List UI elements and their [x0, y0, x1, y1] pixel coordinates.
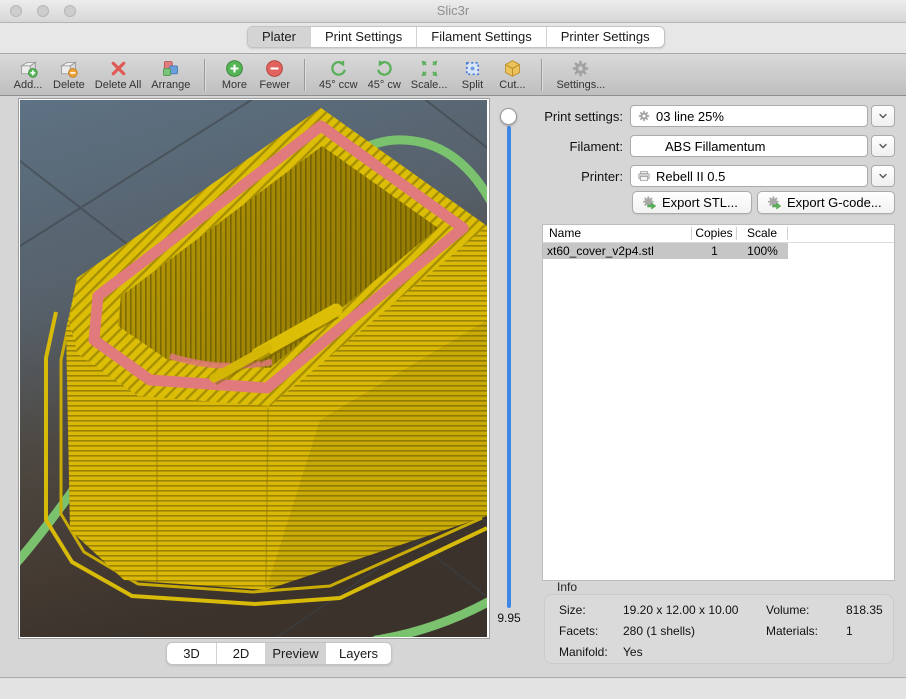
size-label: Size: [559, 603, 586, 617]
filament-label: Filament: [535, 139, 623, 154]
facets-value: 280 (1 shells) [623, 624, 695, 638]
delete-all-icon [108, 58, 129, 79]
3d-preview-canvas[interactable] [20, 100, 487, 637]
add-icon [18, 58, 39, 79]
cut-button[interactable]: Cut... [497, 58, 527, 91]
manifold-value: Yes [623, 645, 643, 659]
cut-icon [502, 58, 523, 79]
filament-value: ABS Fillamentum [665, 139, 765, 154]
print-settings-label: Print settings: [535, 109, 623, 124]
print-settings-dropdown-button[interactable] [871, 105, 895, 127]
layer-slider-value: 9.95 [486, 611, 532, 625]
materials-value: 1 [846, 624, 853, 638]
gear-icon [637, 109, 651, 123]
delete-all-button[interactable]: Delete All [95, 58, 141, 91]
arrange-icon [160, 58, 181, 79]
rotate-ccw-button[interactable]: 45° ccw [319, 58, 358, 91]
filament-dropdown-button[interactable] [871, 135, 895, 157]
fewer-icon [264, 58, 285, 79]
fewer-button[interactable]: Fewer [259, 58, 290, 91]
delete-icon [58, 58, 79, 79]
toolbar-separator [304, 59, 305, 91]
tab-print-settings[interactable]: Print Settings [311, 27, 417, 47]
volume-label: Volume: [766, 603, 809, 617]
export-gcode-button[interactable]: Export G-code... [757, 191, 895, 214]
view-mode-tabs: 3D 2D Preview Layers [166, 642, 392, 665]
chevron-down-icon [877, 140, 889, 152]
chevron-down-icon [877, 170, 889, 182]
status-bar [0, 678, 906, 699]
layer-slider-knob[interactable] [500, 108, 517, 125]
export-stl-icon [641, 195, 657, 211]
tab-printer-settings[interactable]: Printer Settings [547, 27, 664, 47]
toolbar-separator [204, 59, 205, 91]
view-tab-preview[interactable]: Preview [266, 643, 326, 664]
scale-button[interactable]: Scale... [411, 58, 448, 91]
more-button[interactable]: More [219, 58, 249, 91]
column-header-scale[interactable]: Scale [737, 227, 788, 240]
info-panel-title: Info [557, 580, 577, 594]
column-header-name[interactable]: Name [543, 227, 692, 240]
split-button[interactable]: Split [457, 58, 487, 91]
layer-slider-track[interactable] [507, 126, 511, 608]
arrange-button[interactable]: Arrange [151, 58, 190, 91]
table-header: Name Copies Scale [543, 225, 894, 243]
rotate-cw-icon [374, 58, 395, 79]
window-title: Slic3r [0, 0, 906, 22]
scale-icon [419, 58, 440, 79]
size-value: 19.20 x 12.00 x 10.00 [623, 603, 738, 617]
materials-label: Materials: [766, 624, 818, 638]
volume-value: 818.35 [846, 603, 883, 617]
printer-icon [637, 169, 651, 183]
delete-button[interactable]: Delete [53, 58, 85, 91]
printer-combo[interactable]: Rebell II 0.5 [630, 165, 868, 187]
column-header-copies[interactable]: Copies [692, 227, 737, 240]
printer-label: Printer: [535, 169, 623, 184]
export-stl-button[interactable]: Export STL... [632, 191, 752, 214]
title-bar: Slic3r [0, 0, 906, 23]
view-tab-2d[interactable]: 2D [217, 643, 266, 664]
split-icon [462, 58, 483, 79]
plater-toolbar: Add... Delete Delete All Arrange [0, 53, 906, 96]
export-gcode-icon [766, 195, 782, 211]
printer-dropdown-button[interactable] [871, 165, 895, 187]
tab-filament-settings[interactable]: Filament Settings [417, 27, 546, 47]
manifold-label: Manifold: [559, 645, 608, 659]
settings-gear-icon [570, 58, 591, 79]
add-button[interactable]: Add... [13, 58, 43, 91]
view-tab-layers[interactable]: Layers [326, 643, 391, 664]
print-settings-value: 03 line 25% [656, 109, 724, 124]
printer-value: Rebell II 0.5 [656, 169, 725, 184]
toolbar-separator [541, 59, 542, 91]
more-icon [224, 58, 245, 79]
settings-button[interactable]: Settings... [556, 58, 605, 91]
object-list-table: Name Copies Scale xt60_cover_v2p4.stl 1 … [542, 224, 895, 581]
print-settings-combo[interactable]: 03 line 25% [630, 105, 868, 127]
main-tab-strip: Plater Print Settings Filament Settings … [0, 23, 906, 53]
main-tabs: Plater Print Settings Filament Settings … [247, 26, 665, 48]
facets-label: Facets: [559, 624, 598, 638]
rotate-cw-button[interactable]: 45° cw [368, 58, 401, 91]
chevron-down-icon [877, 110, 889, 122]
table-row[interactable]: xt60_cover_v2p4.stl 1 100% [543, 243, 788, 259]
rotate-ccw-icon [328, 58, 349, 79]
info-panel: Size: 19.20 x 12.00 x 10.00 Volume: 818.… [544, 594, 894, 664]
view-tab-3d[interactable]: 3D [167, 643, 217, 664]
tab-plater[interactable]: Plater [248, 27, 311, 47]
filament-combo[interactable]: ABS Fillamentum [630, 135, 868, 157]
